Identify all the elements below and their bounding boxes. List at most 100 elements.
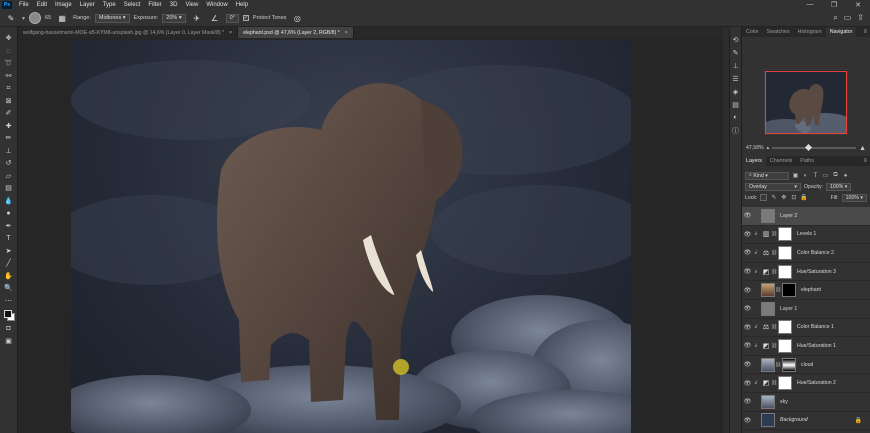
document-canvas[interactable] [71, 40, 631, 433]
layer-row[interactable]: 👁 Background 🔒 [742, 412, 870, 431]
quick-select-tool-icon[interactable]: ⚯ [2, 71, 16, 83]
protect-tones-checkbox[interactable]: ✓ [242, 15, 249, 21]
search-icon[interactable]: ⌕ [833, 13, 837, 23]
crop-tool-icon[interactable]: ⌗ [2, 83, 16, 95]
link-icon[interactable]: ⛓ [771, 231, 777, 237]
info-icon[interactable]: ⓘ [731, 126, 740, 135]
pressure-icon[interactable]: ◎ [290, 12, 304, 24]
layer-name[interactable]: Layer 2 [780, 213, 797, 219]
menu-help[interactable]: Help [232, 2, 252, 8]
libraries-icon[interactable]: ▤ [731, 100, 740, 109]
screen-mode-icon[interactable]: ▣ [2, 336, 16, 348]
brush-preset-picker[interactable] [29, 12, 42, 24]
visibility-eye-icon[interactable]: 👁 [742, 249, 753, 256]
hue-adjustment-icon[interactable]: ◩ [761, 341, 771, 351]
layer-row[interactable]: 👁 sky [742, 393, 870, 412]
layer-row[interactable]: 👁 Layer 1 [742, 300, 870, 319]
3d-icon[interactable]: ◈ [731, 87, 740, 96]
layer-row[interactable]: 👁 ↲ ⚖ ⛓ Color Balance 1 [742, 319, 870, 338]
layer-row[interactable]: 👁 ↲ ▥ ⛓ Levels 1 [742, 226, 870, 245]
layer-row[interactable]: 👁 Layer 2 [742, 207, 870, 226]
zoom-value[interactable]: 47,58% [746, 145, 764, 151]
menu-type[interactable]: Type [99, 2, 120, 8]
layer-name[interactable]: Hue/Saturation 1 [797, 343, 836, 349]
layer-row[interactable]: 👁 ⛓ elephant [742, 281, 870, 300]
visibility-eye-icon[interactable]: 👁 [742, 361, 753, 368]
more-tools-icon[interactable]: ⋯ [2, 296, 16, 308]
opacity-field[interactable]: 100% ▾ [826, 182, 852, 191]
link-icon[interactable]: ⛓ [775, 287, 781, 293]
path-select-tool-icon[interactable]: ➤ [2, 246, 16, 258]
menu-select[interactable]: Select [120, 2, 145, 8]
levels-adjustment-icon[interactable]: ▥ [761, 229, 771, 239]
layer-row[interactable]: 👁 ↲ ◩ ⛓ Hue/Saturation 2 [742, 374, 870, 393]
fill-field[interactable]: 100% ▾ [841, 193, 867, 202]
link-icon[interactable]: ⛓ [771, 343, 777, 349]
visibility-eye-icon[interactable]: 👁 [742, 324, 753, 331]
visibility-eye-icon[interactable]: 👁 [742, 268, 753, 275]
lock-transparent-icon[interactable] [760, 194, 768, 201]
visibility-eye-icon[interactable]: 👁 [742, 342, 753, 349]
layer-name[interactable]: Background [780, 417, 808, 423]
zoom-slider[interactable] [772, 143, 857, 152]
hand-tool-icon[interactable]: ✋ [2, 271, 16, 283]
quick-mask-icon[interactable]: ◘ [2, 323, 16, 335]
filter-toggle-icon[interactable]: ● [842, 172, 849, 179]
close-icon[interactable]: × [229, 30, 232, 36]
layer-name[interactable]: Hue/Saturation 2 [797, 380, 836, 386]
link-icon[interactable]: ⛓ [771, 380, 777, 386]
menu-file[interactable]: File [15, 2, 33, 8]
layer-thumbnail[interactable] [761, 413, 775, 428]
layer-mask-thumbnail[interactable] [778, 227, 792, 242]
menu-window[interactable]: Window [202, 2, 231, 8]
layer-name[interactable]: Color Balance 2 [797, 250, 834, 256]
panel-menu-icon[interactable]: ≡ [863, 27, 870, 37]
link-icon[interactable]: ⛓ [771, 269, 777, 275]
lock-position-icon[interactable]: ✥ [780, 194, 787, 201]
range-select[interactable]: Midtones ▾ [94, 13, 130, 23]
dodge-tool-icon[interactable]: ● [2, 208, 16, 220]
lasso-tool-icon[interactable]: ➰ [2, 58, 16, 70]
layer-thumbnail[interactable] [761, 208, 775, 223]
filter-kind-select[interactable]: ⌕ Kind ▾ [745, 171, 789, 180]
brush-tool-icon[interactable]: ✏ [2, 133, 16, 145]
airbrush-icon[interactable]: ✈ [190, 12, 204, 24]
balance-adjustment-icon[interactable]: ⚖ [761, 322, 771, 332]
panel-menu-icon[interactable]: ≡ [863, 156, 870, 166]
visibility-eye-icon[interactable]: 👁 [742, 212, 753, 219]
layer-mask-thumbnail[interactable] [782, 357, 796, 372]
clone-stamp-tool-icon[interactable]: ⊥ [2, 146, 16, 158]
canvas-area[interactable] [18, 38, 723, 433]
adjustments-icon[interactable]: ◐ [731, 113, 740, 122]
visibility-eye-icon[interactable]: 👁 [742, 287, 753, 294]
navigator-view-frame[interactable] [765, 71, 847, 134]
chevron-down-icon[interactable]: ▾ [22, 15, 25, 22]
tab-navigator[interactable]: Navigator [825, 27, 857, 37]
layer-mask-thumbnail[interactable] [778, 376, 792, 391]
tab-unsplash[interactable]: wolfgang-hasselmann-MOE-sB-KYM8-unsplash… [18, 27, 239, 38]
tab-color[interactable]: Color [742, 27, 763, 37]
menu-filter[interactable]: Filter [144, 2, 165, 8]
zoom-out-icon[interactable]: ▴ [767, 145, 770, 151]
tab-elephant[interactable]: elephant.psd @ 47,6% (Layer 2, RGB/8) * × [238, 27, 354, 38]
tab-layers[interactable]: Layers [742, 156, 766, 166]
navigator-preview[interactable] [764, 69, 848, 135]
filter-pixel-icon[interactable]: ▣ [792, 172, 799, 179]
history-brush-tool-icon[interactable]: ↺ [2, 158, 16, 170]
marquee-tool-icon[interactable]: ◌ [2, 46, 16, 58]
menu-view[interactable]: View [181, 2, 202, 8]
layer-row[interactable]: 👁 ↲ ◩ ⛓ Hue/Saturation 1 [742, 337, 870, 356]
filter-shape-icon[interactable]: ▭ [822, 172, 829, 179]
layer-row[interactable]: 👁 ⛓ cloud [742, 356, 870, 375]
filter-adjustment-icon[interactable]: ◐ [802, 172, 809, 179]
balance-adjustment-icon[interactable]: ⚖ [761, 248, 771, 258]
zoom-tool-icon[interactable]: 🔍 [2, 283, 16, 295]
layer-mask-thumbnail[interactable] [782, 283, 796, 298]
layer-name[interactable]: cloud [801, 362, 813, 368]
layer-row[interactable]: 👁 ↲ ◩ ⛓ Hue/Saturation 3 [742, 263, 870, 282]
layer-mask-thumbnail[interactable] [778, 264, 792, 279]
type-tool-icon[interactable]: T [2, 233, 16, 245]
share-icon[interactable]: ⇪ [857, 13, 864, 23]
layer-mask-thumbnail[interactable] [778, 320, 792, 335]
restore-button[interactable]: ❐ [822, 1, 846, 9]
